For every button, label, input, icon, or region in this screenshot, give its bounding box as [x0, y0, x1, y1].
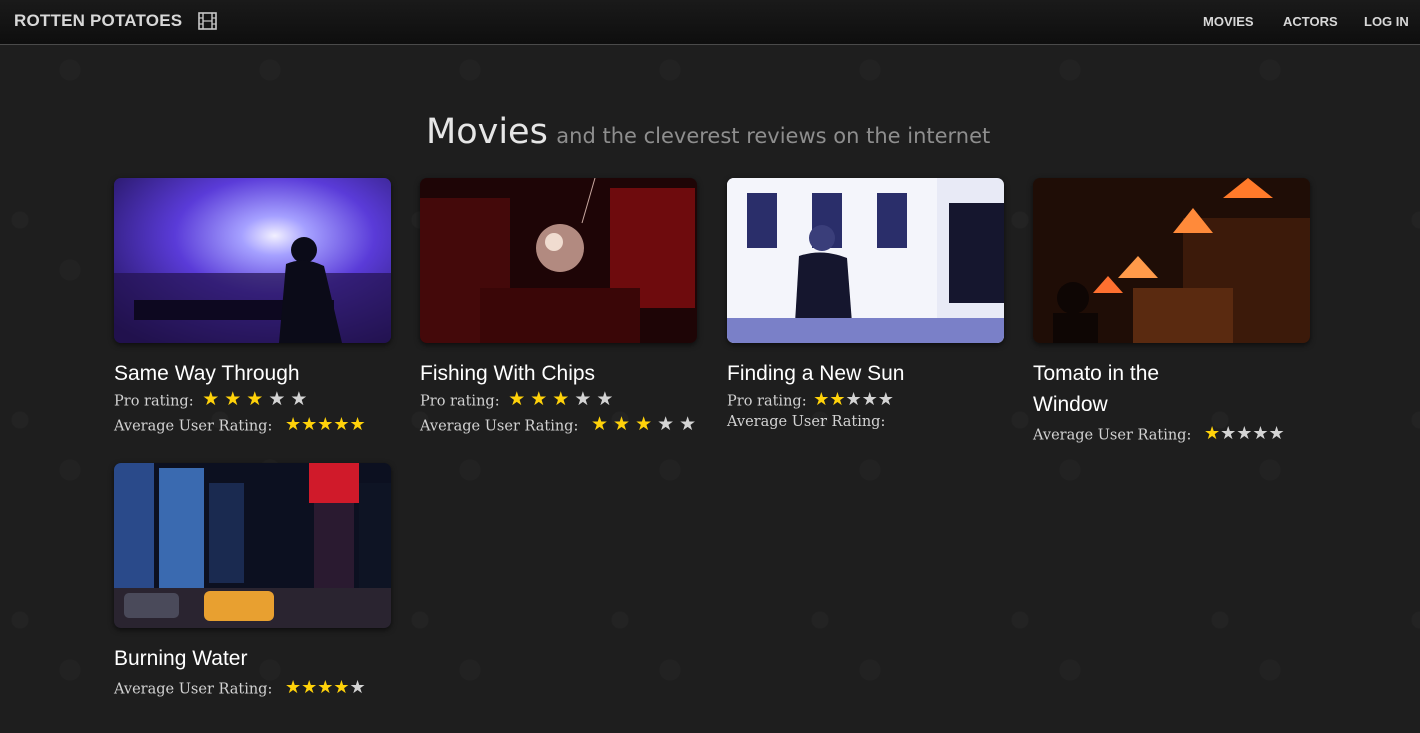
pro-rating-row: Pro rating: ★★★★★: [420, 389, 697, 414]
star-icon: ★: [574, 388, 592, 410]
star-icon: ★: [552, 388, 570, 410]
star-icon: ★: [861, 389, 878, 410]
star-icon[interactable]: ★: [1269, 423, 1285, 444]
user-rating-row: Average User Rating: ★★★★★: [114, 677, 391, 702]
star-icon: ★: [530, 388, 548, 410]
bartender-image: [727, 178, 1004, 343]
movie-poster-link[interactable]: [1033, 178, 1310, 343]
movie-card: Finding a New Sun Pro rating: ★★★★★ Aver…: [727, 178, 1004, 435]
star-icon[interactable]: ★: [285, 414, 301, 435]
star-icon: ★: [829, 389, 846, 410]
star-icon[interactable]: ★: [635, 413, 652, 435]
star-icon: ★: [508, 388, 526, 410]
user-rating-label: Average User Rating:: [420, 418, 579, 435]
star-icon[interactable]: ★: [301, 414, 317, 435]
page-heading: Movies and the cleverest reviews on the …: [426, 112, 990, 152]
pro-rating-stars: ★★★★★: [508, 389, 618, 414]
top-navbar: ROTTEN POTATOES MOVIES ACTORS LOG IN: [0, 0, 1420, 45]
star-icon: ★: [202, 388, 220, 410]
user-rating-stars[interactable]: ★★★★★: [285, 414, 366, 439]
page-title: Movies: [426, 112, 548, 152]
star-icon: ★: [268, 388, 286, 410]
movie-poster-link[interactable]: [114, 463, 391, 628]
user-rating-row: Average User Rating: ★★★★★: [114, 414, 391, 439]
user-rating-label: Average User Rating:: [1033, 427, 1192, 444]
user-rating-row: Average User Rating: ★★★★★: [1033, 423, 1310, 448]
user-rating-row: Average User Rating: ★★★★★: [420, 414, 697, 439]
star-icon[interactable]: ★: [679, 413, 696, 435]
movie-card: Tomato in the Window Average User Rating…: [1033, 178, 1310, 448]
star-icon[interactable]: ★: [350, 414, 366, 435]
nav-login-link[interactable]: LOG IN: [1364, 14, 1409, 29]
star-icon[interactable]: ★: [1252, 423, 1268, 444]
nav-actors-link[interactable]: ACTORS: [1283, 14, 1338, 29]
movie-card: Fishing With Chips Pro rating: ★ ★ ★ ★ ★ Ave…: [420, 178, 697, 439]
film-icon: [198, 12, 217, 30]
star-icon: ★: [845, 389, 862, 410]
movie-title-link[interactable]: Burning Water: [114, 643, 314, 674]
pro-rating-label: Pro rating:: [727, 393, 807, 410]
star-icon[interactable]: ★: [333, 677, 349, 698]
user-rating-stars[interactable]: ★★★★★: [285, 677, 366, 702]
movie-poster-link[interactable]: [114, 178, 391, 343]
star-icon[interactable]: ★: [350, 677, 366, 698]
movie-title-link[interactable]: Fishing With Chips: [420, 358, 620, 389]
pro-rating-row: Pro rating: ★★★★★: [114, 389, 391, 414]
star-icon[interactable]: ★: [317, 677, 333, 698]
pro-rating-stars: ★★★★★: [202, 389, 312, 414]
star-icon: ★: [224, 388, 242, 410]
star-icon: ★: [246, 388, 264, 410]
star-icon[interactable]: ★: [591, 413, 608, 435]
movie-poster-link[interactable]: [727, 178, 1004, 343]
movie-poster-link[interactable]: [420, 178, 697, 343]
lamp-bar-image: [1033, 178, 1310, 343]
star-icon: ★: [877, 389, 894, 410]
movie-title-link[interactable]: Finding a New Sun: [727, 358, 927, 389]
nav-movies-link[interactable]: MOVIES: [1203, 14, 1254, 29]
city-street-image: [114, 463, 391, 628]
movie-card: Burning Water Average User Rating: ★★★★★: [114, 463, 391, 702]
star-icon[interactable]: ★: [317, 414, 333, 435]
star-icon[interactable]: ★: [1220, 423, 1236, 444]
user-rating-stars[interactable]: ★★★★★: [1204, 423, 1285, 448]
disco-ball-image: [420, 178, 697, 343]
pro-rating-label: Pro rating:: [114, 393, 194, 410]
page-subtitle: and the cleverest reviews on the interne…: [556, 124, 991, 148]
star-icon[interactable]: ★: [1236, 423, 1252, 444]
star-icon[interactable]: ★: [301, 677, 317, 698]
movie-title-link[interactable]: Tomato in the Window: [1033, 358, 1233, 420]
pro-rating-label: Pro rating:: [420, 393, 500, 410]
star-icon[interactable]: ★: [285, 677, 301, 698]
star-icon[interactable]: ★: [613, 413, 630, 435]
user-rating-row: Average User Rating:: [727, 410, 1004, 435]
user-rating-label: Average User Rating:: [114, 681, 273, 698]
movie-card: Same Way Through Pro rating: ★ ★ ★ ★ ★ Avera…: [114, 178, 391, 439]
star-icon[interactable]: ★: [657, 413, 674, 435]
brand-logo-link[interactable]: ROTTEN POTATOES: [14, 11, 182, 31]
movie-title-link[interactable]: Same Way Through: [114, 358, 314, 389]
star-icon[interactable]: ★: [1204, 423, 1220, 444]
star-icon: ★: [813, 389, 830, 410]
concert-image: [114, 178, 391, 343]
user-rating-stars[interactable]: ★★★★★: [591, 414, 701, 439]
user-rating-label: Average User Rating:: [114, 418, 273, 435]
star-icon: ★: [596, 388, 614, 410]
star-icon: ★: [290, 388, 308, 410]
star-icon[interactable]: ★: [333, 414, 349, 435]
user-rating-label: Average User Rating:: [727, 414, 886, 430]
